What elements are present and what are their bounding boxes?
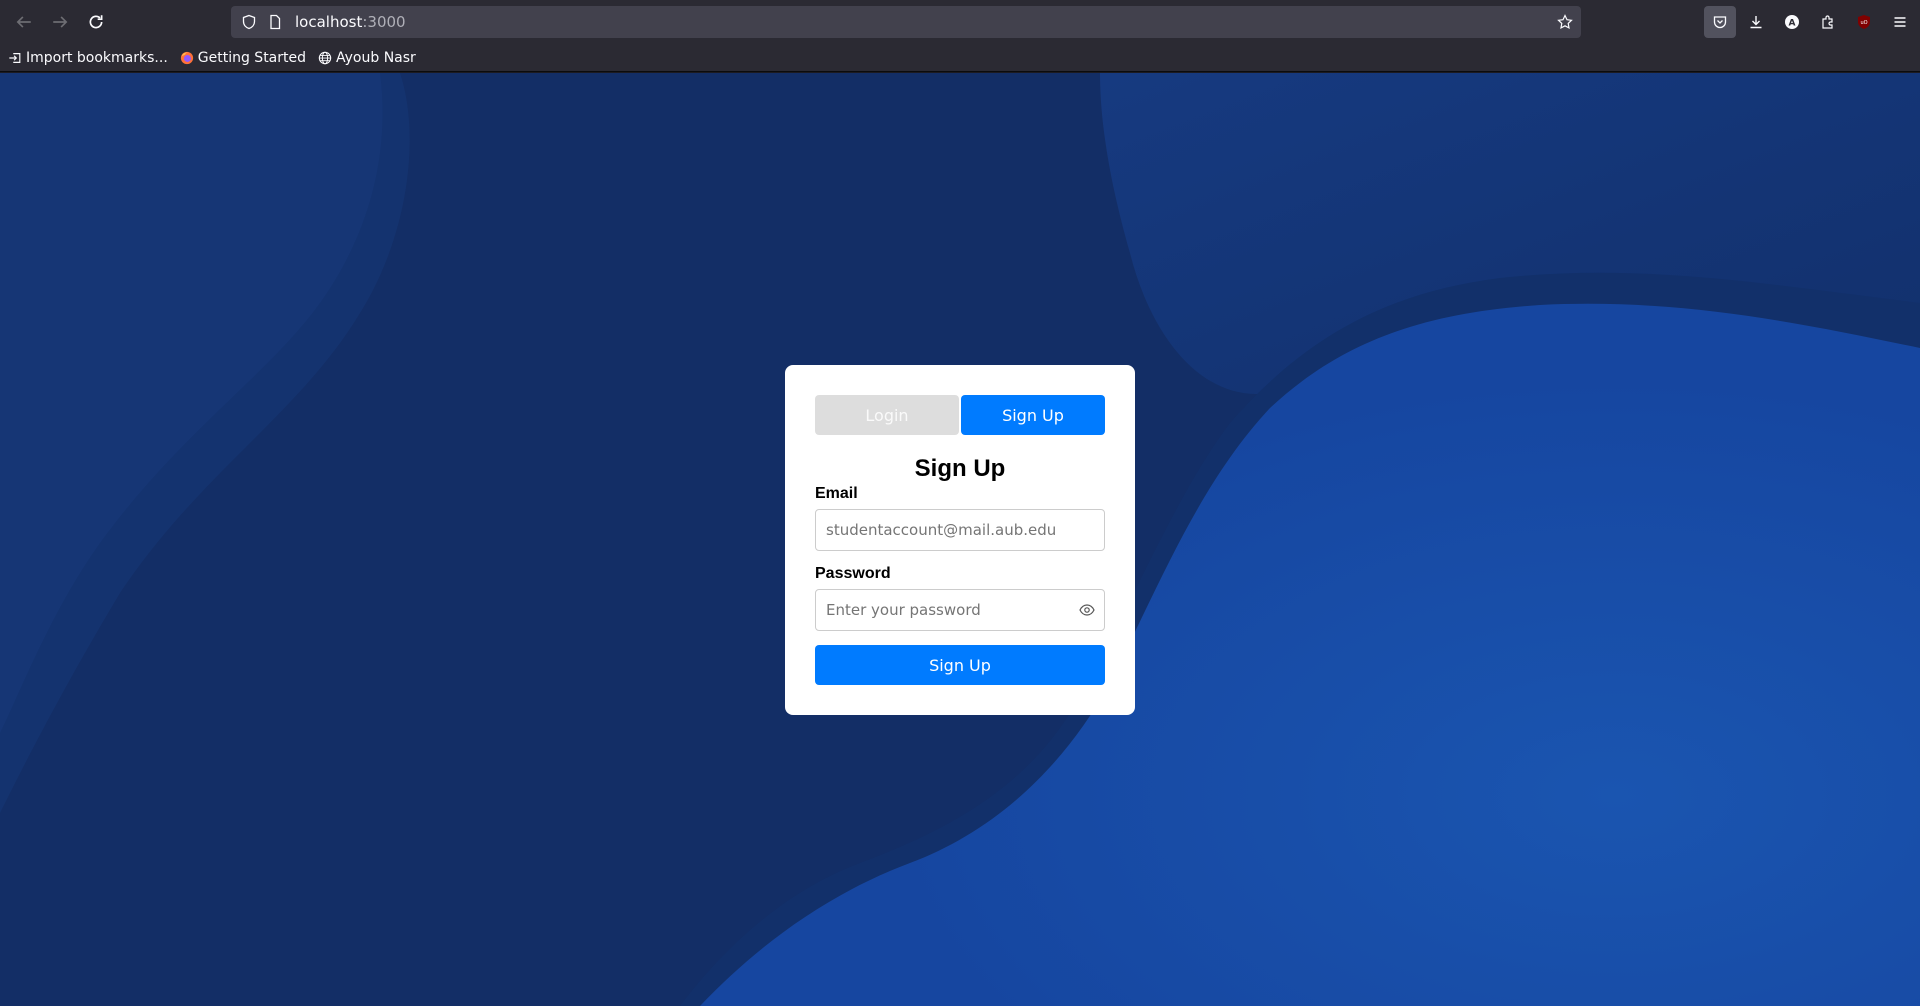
bookmark-ayoub-nasr[interactable]: Ayoub Nasr	[318, 50, 416, 66]
tab-sign-up[interactable]: Sign Up	[961, 395, 1105, 435]
reload-icon	[89, 15, 103, 29]
downloads-button[interactable]	[1740, 6, 1772, 38]
account-button[interactable]: A	[1776, 6, 1808, 38]
url-text: localhost:3000	[295, 13, 406, 31]
firefox-icon	[180, 51, 193, 64]
browser-toolbar: localhost:3000 A uO	[0, 0, 1920, 44]
email-field[interactable]	[815, 509, 1105, 551]
pocket-icon	[1713, 16, 1727, 29]
form-title: Sign Up	[914, 455, 1006, 482]
page-viewport: Login Sign Up Sign Up Email Password Sig…	[0, 73, 1920, 1006]
bookmarks-toolbar: Import bookmarks... Getting Started Ayou…	[0, 44, 1920, 72]
globe-icon	[318, 51, 332, 64]
hamburger-menu-icon	[1894, 17, 1906, 27]
arrow-right-icon	[53, 16, 68, 28]
account-avatar-icon: A	[1785, 15, 1799, 29]
forward-button[interactable]	[42, 4, 78, 40]
reload-button[interactable]	[78, 4, 114, 40]
extensions-button[interactable]	[1812, 6, 1844, 38]
bookmark-label: Getting Started	[197, 49, 307, 66]
bookmark-label: Ayoub Nasr	[336, 49, 416, 66]
import-icon	[9, 52, 21, 63]
puzzle-icon	[1822, 15, 1833, 29]
bookmark-getting-started[interactable]: Getting Started	[180, 50, 306, 66]
page-icon	[270, 14, 281, 30]
bookmark-label: Import bookmarks...	[26, 49, 168, 66]
toolbar-right-icons: A uO	[1700, 6, 1920, 38]
svg-text:A: A	[1789, 19, 1796, 29]
email-field-wrapper	[815, 509, 1105, 551]
menu-button[interactable]	[1884, 6, 1916, 38]
address-bar[interactable]: localhost:3000	[231, 6, 1581, 38]
password-field-wrapper	[815, 589, 1105, 631]
password-label: Password	[815, 565, 891, 582]
back-button[interactable]	[6, 4, 42, 40]
ublock-shield-icon: uO	[1858, 15, 1870, 29]
arrow-left-icon	[16, 16, 31, 28]
svg-text:uO: uO	[1860, 20, 1867, 26]
download-icon	[1750, 16, 1762, 29]
shield-icon[interactable]	[241, 14, 257, 30]
email-label: Email	[815, 485, 858, 502]
bookmark-star-icon[interactable]	[1557, 14, 1573, 30]
auth-tabs: Login Sign Up	[815, 395, 1105, 435]
show-password-eye-icon[interactable]	[1079, 603, 1095, 617]
tab-login[interactable]: Login	[815, 395, 959, 435]
ublock-button[interactable]: uO	[1848, 6, 1880, 38]
auth-card: Login Sign Up Sign Up Email Password Sig…	[785, 365, 1135, 715]
sign-up-submit-button[interactable]: Sign Up	[815, 645, 1105, 685]
password-field[interactable]	[815, 589, 1105, 631]
pocket-button[interactable]	[1704, 6, 1736, 38]
bookmark-import[interactable]: Import bookmarks...	[8, 50, 168, 66]
